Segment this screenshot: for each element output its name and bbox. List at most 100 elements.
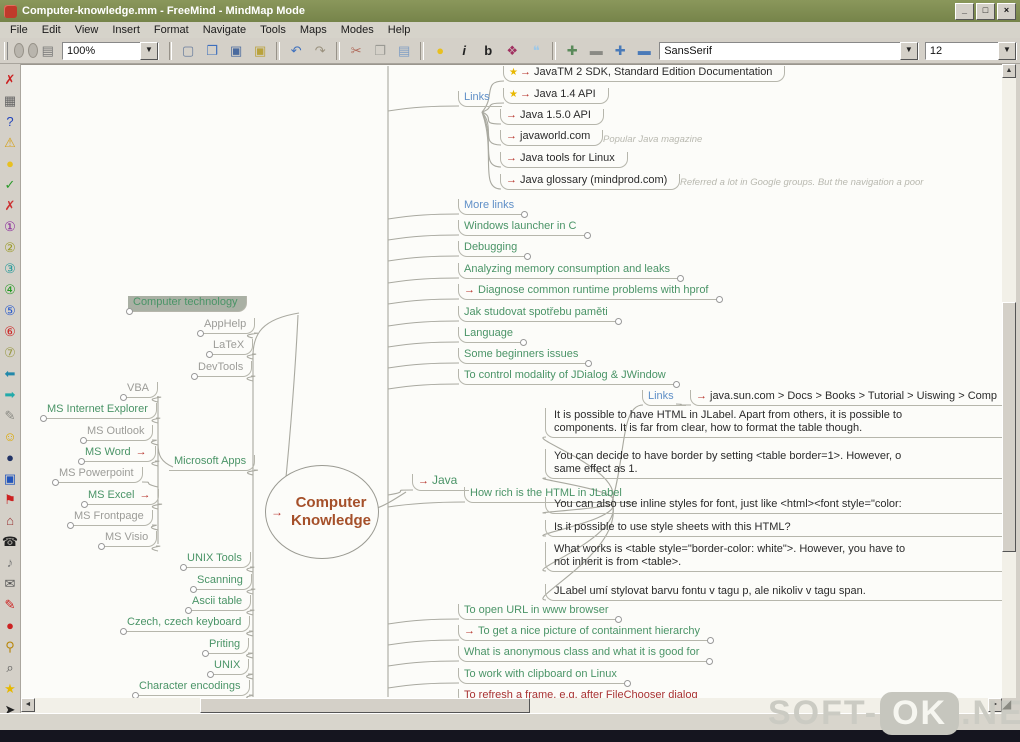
font-size-combobox[interactable]: 12 ▼: [924, 41, 1017, 60]
cancel-icon[interactable]: ✗: [2, 196, 19, 217]
save-as-button[interactable]: ▣: [249, 40, 271, 61]
number-1-icon[interactable]: ①: [2, 217, 19, 238]
graphical-link-button[interactable]: ❖: [501, 40, 523, 61]
map-node-ascii[interactable]: Ascii table: [184, 595, 252, 614]
minimize-button[interactable]: _: [955, 2, 974, 20]
map-node-comptech[interactable]: Computer technology: [126, 296, 247, 315]
map-node-msvisio[interactable]: MS Visio: [97, 531, 158, 550]
enlarge-branch-button[interactable]: ✚: [609, 40, 631, 61]
menu-insert[interactable]: Insert: [106, 23, 146, 37]
map-node-tb5[interactable]: What works is <table style="border-color…: [545, 542, 1002, 572]
smiley-icon[interactable]: ☺: [2, 427, 19, 448]
map-node-charenc[interactable]: Character encodings: [132, 680, 250, 698]
map-node-unix[interactable]: UNIX: [206, 659, 250, 678]
back-icon[interactable]: ⬅: [2, 364, 19, 385]
chevron-down-icon[interactable]: ▼: [899, 41, 918, 60]
warning-icon[interactable]: ⚠: [2, 133, 19, 154]
map-node-language[interactable]: Language: [458, 327, 527, 346]
flag-icon[interactable]: ⚑: [2, 490, 19, 511]
enlarge-font-button[interactable]: ✚: [561, 40, 583, 61]
cut-button[interactable]: ✂: [345, 40, 367, 61]
vertical-scrollbar[interactable]: ▲: [1002, 64, 1016, 698]
map-node-some-beginners[interactable]: Some beginners issues: [458, 348, 593, 367]
italic-button[interactable]: i: [453, 40, 475, 61]
map-node-mspp[interactable]: MS Powerpoint: [52, 467, 143, 486]
number-2-icon[interactable]: ②: [2, 238, 19, 259]
scroll-up-button[interactable]: ▲: [1002, 64, 1016, 78]
number-7-icon[interactable]: ⑦: [2, 343, 19, 364]
map-node-msapps[interactable]: Microsoft Apps: [169, 455, 256, 471]
nav-back-button[interactable]: [13, 43, 24, 58]
map-node-tb4[interactable]: Is it possible to use style sheets with …: [545, 520, 1002, 537]
map-node-linkitem[interactable]: → java.sun.com > Docs > Books > Tutorial …: [690, 390, 1002, 406]
pencil-red-icon[interactable]: ✎: [2, 595, 19, 616]
forward-icon[interactable]: ➡: [2, 385, 19, 406]
map-node-debugging[interactable]: Debugging: [458, 241, 532, 260]
map-node-to-open-url[interactable]: To open URL in www browser: [458, 604, 623, 623]
password-icon[interactable]: ⚲: [2, 637, 19, 658]
map-node-jworld[interactable]: → javaworld.com: [500, 130, 604, 146]
map-node-j14[interactable]: ★ → Java 1.4 API: [503, 88, 609, 104]
map-node-apphelp[interactable]: AppHelp: [196, 318, 256, 337]
map-node-links2[interactable]: Links: [642, 390, 686, 406]
toolbar-grip[interactable]: [4, 41, 8, 60]
maximize-button[interactable]: □: [976, 2, 995, 20]
reduce-branch-button[interactable]: ▬: [633, 40, 655, 61]
print-button[interactable]: ▤: [41, 40, 55, 61]
map-node-msfront[interactable]: MS Frontpage: [67, 510, 153, 529]
menu-tools[interactable]: Tools: [254, 23, 292, 37]
menu-view[interactable]: View: [69, 23, 105, 37]
reduce-font-button[interactable]: ▬: [585, 40, 607, 61]
chevron-down-icon[interactable]: ▼: [998, 41, 1016, 60]
stop-icon[interactable]: ●: [2, 616, 19, 637]
map-node-sdk[interactable]: ★ → JavaTM 2 SDK, Standard Edition Documen…: [503, 66, 786, 82]
home-icon[interactable]: ⌂: [2, 511, 19, 532]
desktop-icon[interactable]: ▣: [2, 469, 19, 490]
map-node-priting[interactable]: Priting: [201, 638, 250, 657]
horizontal-scroll-thumb[interactable]: [200, 698, 530, 713]
menu-file[interactable]: File: [4, 23, 34, 37]
menu-help[interactable]: Help: [382, 23, 417, 37]
map-node-tb2[interactable]: You can decide to have border by setting…: [545, 449, 1002, 479]
number-5-icon[interactable]: ⑤: [2, 301, 19, 322]
map-node-more-links[interactable]: More links: [458, 199, 529, 218]
menu-maps[interactable]: Maps: [294, 23, 333, 37]
map-node-scanning[interactable]: Scanning: [190, 574, 252, 593]
map-node-msoutlook[interactable]: MS Outlook: [79, 425, 154, 444]
menu-modes[interactable]: Modes: [335, 23, 380, 37]
menu-format[interactable]: Format: [148, 23, 195, 37]
map-node-what-anon[interactable]: What is anonymous class and what it is g…: [458, 646, 714, 665]
map-node-jtools[interactable]: → Java tools for Linux: [500, 152, 628, 168]
map-node-vba[interactable]: VBA: [119, 382, 159, 401]
map-node-jak[interactable]: Jak studovat spotřebu paměti: [458, 306, 622, 325]
notify-icon[interactable]: ♪: [2, 553, 19, 574]
number-3-icon[interactable]: ③: [2, 259, 19, 280]
new-file-button[interactable]: ▢: [177, 40, 199, 61]
attach-icon[interactable]: ✎: [2, 406, 19, 427]
scroll-left-button[interactable]: ◄: [21, 698, 35, 712]
undo-button[interactable]: ↶: [285, 40, 307, 61]
map-node-msexcel[interactable]: MS Excel →: [80, 489, 160, 508]
map-root-node[interactable]: → Computer Knowledge: [265, 465, 379, 559]
close-button[interactable]: ×: [997, 2, 1016, 20]
trash-icon[interactable]: ▦: [2, 91, 19, 112]
map-node-java[interactable]: → Java: [412, 474, 470, 491]
zoom-combobox[interactable]: 100% ▼: [61, 41, 159, 60]
bomb-icon[interactable]: ●: [2, 448, 19, 469]
nav-forward-button[interactable]: [27, 43, 38, 58]
map-node-analyzing[interactable]: Analyzing memory consumption and leaks: [458, 263, 685, 282]
paste-button[interactable]: ▤: [393, 40, 415, 61]
bookmark-icon[interactable]: ★: [2, 679, 19, 700]
map-node-clipboard[interactable]: To work with clipboard on Linux: [458, 668, 631, 687]
map-node-msie[interactable]: MS Internet Explorer: [40, 403, 157, 422]
map-node-diagnose[interactable]: → Diagnose common runtime problems with h…: [458, 284, 722, 303]
map-node-devtools[interactable]: DevTools: [190, 361, 253, 380]
map-node-windows-launcher[interactable]: Windows launcher in C: [458, 220, 590, 239]
number-4-icon[interactable]: ④: [2, 280, 19, 301]
bold-button[interactable]: b: [477, 40, 499, 61]
ok-icon[interactable]: ✓: [2, 175, 19, 196]
redo-button[interactable]: ↷: [309, 40, 331, 61]
map-node-latex[interactable]: LaTeX: [205, 339, 254, 358]
vertical-scroll-thumb[interactable]: [1002, 302, 1016, 552]
map-node-tb6[interactable]: JLabel umí stylovat barvu fontu v tagu p…: [545, 584, 1002, 601]
